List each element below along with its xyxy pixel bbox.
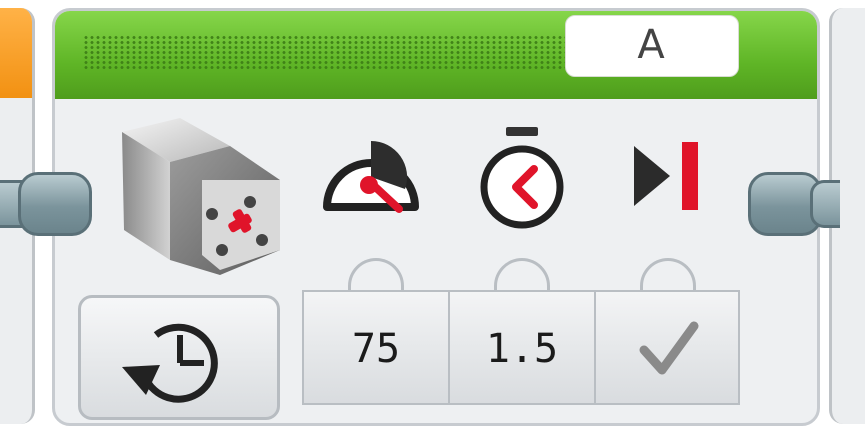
stopwatch-icon: [480, 127, 564, 229]
rotate-seconds-icon: [122, 323, 218, 403]
port-label: A: [637, 22, 665, 68]
speed-value: 75: [351, 326, 401, 372]
brake-at-end-icon: [634, 142, 698, 210]
previous-block-header: [0, 8, 32, 98]
right-sequence-wire: [810, 180, 840, 228]
seconds-input[interactable]: 1.5: [448, 290, 596, 405]
seconds-value: 1.5: [485, 326, 559, 372]
large-motor-icon: [122, 118, 280, 275]
speed-input[interactable]: 75: [302, 290, 450, 405]
drag-grip[interactable]: [83, 35, 643, 69]
left-connector[interactable]: [18, 172, 92, 236]
check-icon: [639, 321, 699, 375]
speedometer-icon: [323, 140, 419, 213]
